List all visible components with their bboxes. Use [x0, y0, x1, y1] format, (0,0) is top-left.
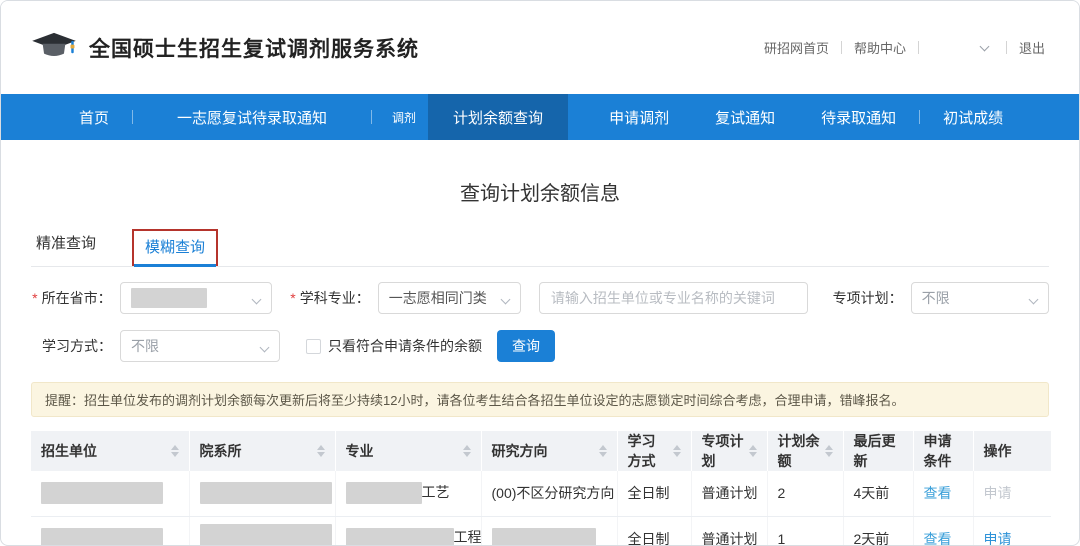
unit-cell [31, 516, 189, 546]
col-header-direction[interactable]: 研究方向 [481, 431, 617, 471]
filter-row-1: * 所在省市： * 学科专业： 一志愿相同门类 专项计划： 不限 [31, 282, 1049, 314]
nav-item-initial-exam-score[interactable]: 初试成绩 [920, 94, 1026, 140]
col-header-action: 操作 [973, 431, 1051, 471]
chevron-down-icon [1029, 295, 1039, 305]
special-plan-select[interactable]: 不限 [911, 282, 1049, 314]
direction-cell [481, 516, 617, 546]
only-eligible-label[interactable]: 只看符合申请条件的余额 [328, 336, 482, 356]
study-mode-label: 学习方式： [42, 336, 112, 356]
page-title: 查询计划余额信息 [31, 177, 1049, 206]
col-header-department[interactable]: 院系所 [189, 431, 335, 471]
graduation-cap-logo-icon [31, 30, 77, 66]
redacted-value [200, 482, 332, 504]
study-mode-cell: 全日制 [617, 471, 691, 516]
nav-item-home[interactable]: 首页 [56, 94, 132, 140]
divider [841, 41, 842, 54]
nav-item-pending-admit-notice[interactable]: 待录取通知 [798, 94, 919, 140]
plan-balance-table: 招生单位 院系所 专业 研究方向 学习方式 专项计划 计划余额 最后更新 申请条… [31, 431, 1051, 546]
apply-link[interactable]: 申请 [984, 531, 1012, 546]
nav-section-tiaoji: 调剂 [372, 94, 428, 140]
col-header-unit[interactable]: 招生单位 [31, 431, 189, 471]
redacted-value [131, 288, 207, 308]
sort-icon[interactable] [749, 445, 757, 457]
tab-fuzzy-query[interactable]: 模糊查询 [132, 229, 218, 266]
major-cell: 工程 [335, 516, 481, 546]
notice-banner: 提醒：招生单位发布的调剂计划余额每次更新后将至少持续12小时，请各位考生结合各招… [31, 382, 1049, 417]
only-eligible-checkbox[interactable] [306, 339, 321, 354]
keyword-input[interactable] [539, 282, 808, 314]
divider [918, 41, 919, 54]
search-button[interactable]: 查询 [497, 330, 555, 362]
study-mode-cell: 全日制 [617, 516, 691, 546]
main-content: 查询计划余额信息 精准查询 模糊查询 * 所在省市： * 学科专业： 一志愿相同… [1, 177, 1079, 546]
topbar-link-logout[interactable]: 退出 [1015, 38, 1049, 57]
chevron-down-icon [500, 295, 510, 305]
topbar-link-help[interactable]: 帮助中心 [850, 38, 910, 57]
required-mark: * [289, 290, 297, 306]
balance-cell: 1 [767, 516, 843, 546]
redacted-value [41, 482, 163, 504]
filter-row-2: * 学习方式： 不限 只看符合申请条件的余额 查询 [31, 330, 1049, 362]
chevron-down-icon[interactable] [980, 41, 990, 51]
chevron-down-icon [260, 343, 270, 353]
col-header-condition: 申请条件 [913, 431, 973, 471]
province-select[interactable] [120, 282, 273, 314]
chevron-down-icon [252, 295, 262, 305]
redacted-value [346, 482, 422, 504]
nav-item-first-choice-admit-notice[interactable]: 一志愿复试待录取通知 [133, 94, 371, 140]
nav-item-plan-balance-query[interactable]: 计划余额查询 [428, 94, 568, 140]
active-tab-underline [134, 264, 216, 267]
view-condition-link[interactable]: 查看 [924, 485, 952, 501]
major-cell: 工艺 [335, 471, 481, 516]
topbar: 研招网首页 帮助中心 退出 [760, 38, 1049, 57]
main-nav: 首页 一志愿复试待录取通知 调剂 计划余额查询 申请调剂 复试通知 待录取通知 … [1, 94, 1079, 140]
redacted-value [492, 528, 596, 546]
redacted-value [346, 528, 454, 546]
direction-cell: (00)不区分研究方向 [481, 471, 617, 516]
sort-icon[interactable] [673, 445, 681, 457]
sort-icon[interactable] [317, 445, 325, 457]
header: 全国硕士生招生复试调剂服务系统 研招网首页 帮助中心 退出 [1, 1, 1079, 94]
sort-icon[interactable] [825, 445, 833, 457]
col-header-special-plan[interactable]: 专项计划 [691, 431, 767, 471]
subject-select[interactable]: 一志愿相同门类 [378, 282, 521, 314]
study-mode-select[interactable]: 不限 [120, 330, 280, 362]
app-title: 全国硕士生招生复试调剂服务系统 [89, 33, 419, 63]
table-row: 工程 全日制 普通计划 1 2天前 查看 申请 [31, 516, 1051, 546]
col-header-study-mode[interactable]: 学习方式 [617, 431, 691, 471]
divider [1006, 41, 1007, 54]
unit-cell [31, 471, 189, 516]
apply-link-disabled: 申请 [984, 485, 1012, 501]
required-mark: * [31, 290, 39, 306]
special-plan-cell: 普通计划 [691, 516, 767, 546]
redacted-value [41, 528, 163, 546]
updated-cell: 2天前 [843, 516, 913, 546]
redacted-value [200, 524, 332, 546]
red-annotation-box: 模糊查询 [132, 229, 218, 266]
username-redacted [927, 40, 979, 56]
subject-label: 学科专业： [300, 288, 370, 308]
sort-icon[interactable] [171, 445, 179, 457]
department-cell [189, 516, 335, 546]
tab-precise-query[interactable]: 精准查询 [34, 232, 98, 266]
query-tabs: 精准查询 模糊查询 [31, 226, 1049, 267]
special-plan-cell: 普通计划 [691, 471, 767, 516]
col-header-updated: 最后更新 [843, 431, 913, 471]
special-plan-label: 专项计划： [833, 288, 903, 308]
col-header-balance[interactable]: 计划余额 [767, 431, 843, 471]
topbar-link-home[interactable]: 研招网首页 [760, 38, 833, 57]
col-header-major[interactable]: 专业 [335, 431, 481, 471]
app-window: 全国硕士生招生复试调剂服务系统 研招网首页 帮助中心 退出 首页 一志愿复试待录… [0, 0, 1080, 546]
sort-icon[interactable] [599, 445, 607, 457]
nav-item-apply-tiaoji[interactable]: 申请调剂 [586, 94, 692, 140]
balance-cell: 2 [767, 471, 843, 516]
nav-item-retest-notice[interactable]: 复试通知 [692, 94, 798, 140]
view-condition-link[interactable]: 查看 [924, 531, 952, 546]
table-row: 工艺 (00)不区分研究方向 全日制 普通计划 2 4天前 查看 申请 [31, 471, 1051, 516]
province-label: 所在省市： [42, 288, 112, 308]
sort-icon[interactable] [463, 445, 471, 457]
table-header-row: 招生单位 院系所 专业 研究方向 学习方式 专项计划 计划余额 最后更新 申请条… [31, 431, 1051, 471]
department-cell [189, 471, 335, 516]
updated-cell: 4天前 [843, 471, 913, 516]
